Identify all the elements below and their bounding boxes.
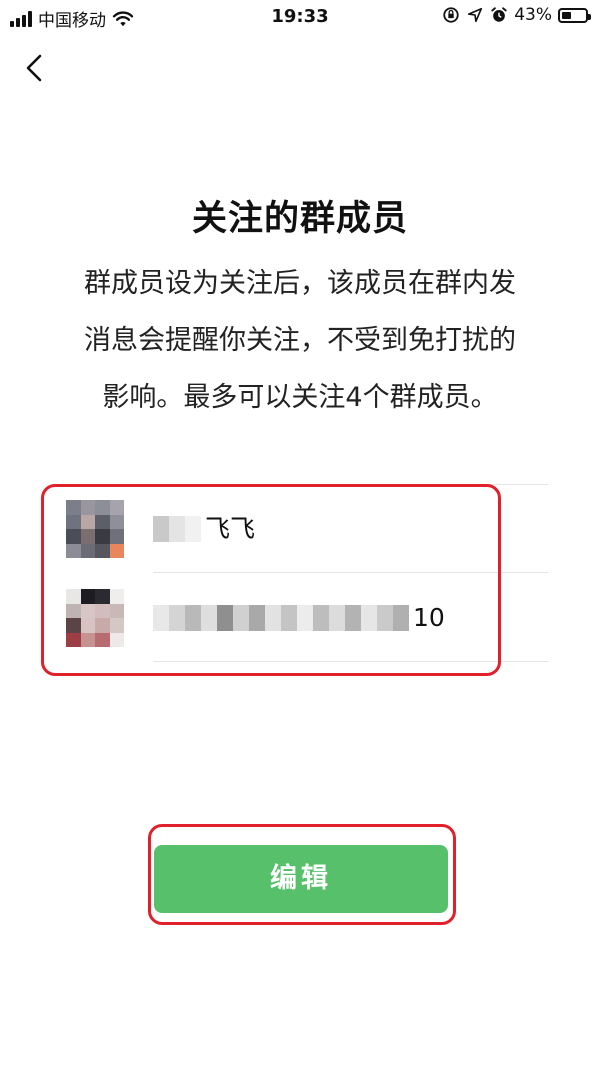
avatar [66, 500, 124, 558]
alarm-icon [491, 7, 507, 22]
status-bar: 中国移动 19:33 43% [0, 0, 600, 34]
edit-button[interactable]: 编辑 [154, 845, 448, 913]
blurred-name-part [153, 515, 201, 542]
location-arrow-icon [468, 7, 483, 23]
member-row[interactable]: 10 [48, 573, 548, 662]
back-chevron-icon [26, 54, 42, 82]
followed-members-list: 飞飞 10 [48, 484, 548, 662]
description-line-2: 消息会提醒你关注，不受到免打扰的 [84, 325, 516, 356]
screen: 中国移动 19:33 43% 关注的群成员 群成员设为关注后，该成员在群内发 消… [0, 0, 600, 1067]
description: 群成员设为关注后，该成员在群内发 消息会提醒你关注，不受到免打扰的 影响。最多可… [60, 255, 540, 426]
back-button[interactable] [18, 48, 54, 88]
member-row[interactable]: 飞飞 [48, 484, 548, 573]
member-name-visible: 飞飞 [205, 514, 256, 543]
member-name-visible: 10 [413, 603, 445, 632]
member-name: 飞飞 [153, 484, 255, 573]
battery-percentage: 43% [514, 5, 552, 25]
battery-icon [558, 7, 591, 23]
blurred-name-part [153, 604, 409, 631]
avatar [66, 589, 124, 647]
orientation-lock-icon [443, 7, 459, 23]
description-line-3: 影响。最多可以关注4个群成员。 [102, 382, 498, 413]
status-bar-right: 43% [442, 5, 591, 25]
description-line-1: 群成员设为关注后，该成员在群内发 [84, 268, 516, 299]
battery-nub [588, 13, 591, 20]
page-title: 关注的群成员 [191, 199, 408, 239]
member-name: 10 [153, 573, 445, 662]
list-divider [153, 661, 548, 662]
battery-fill [562, 11, 571, 19]
